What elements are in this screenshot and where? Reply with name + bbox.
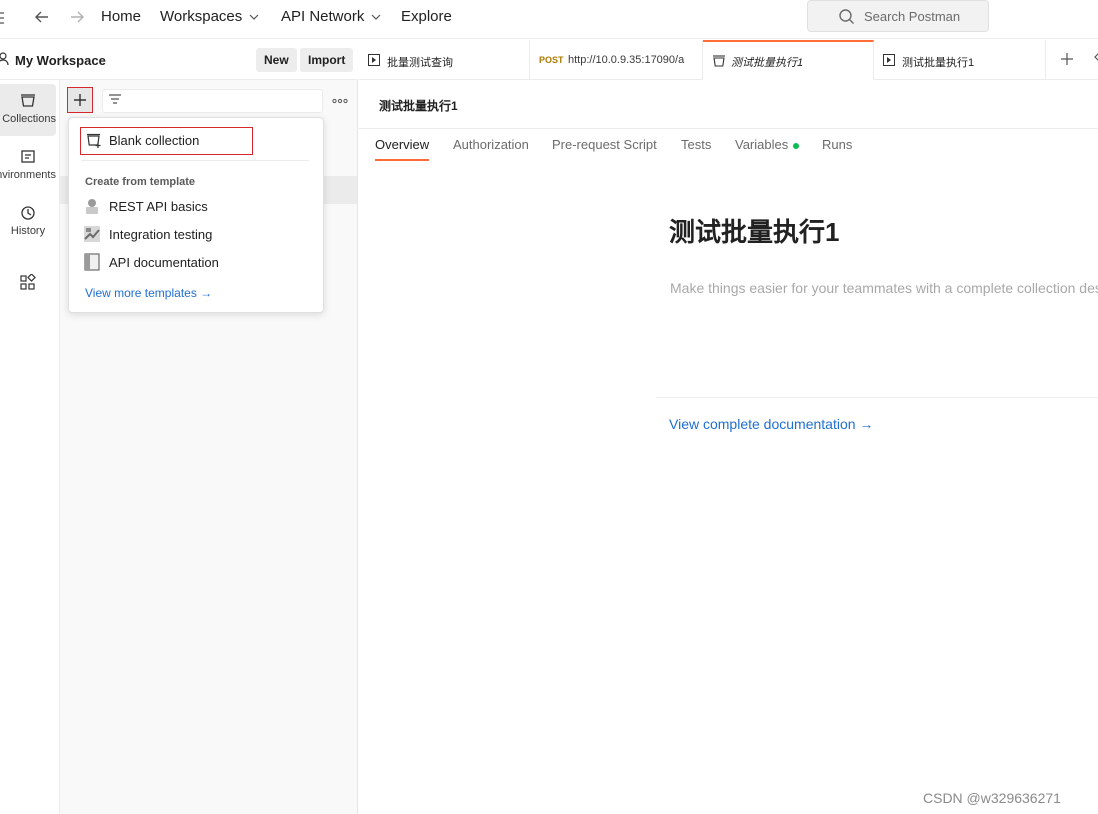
play-icon xyxy=(883,54,895,66)
new-button[interactable]: New xyxy=(256,48,297,72)
template-label: REST API basics xyxy=(109,199,208,214)
subtab-pre-request-script[interactable]: Pre-request Script xyxy=(552,137,657,152)
collection-icon xyxy=(713,55,725,67)
chevron-down-icon xyxy=(371,14,381,20)
workspaces-label: Workspaces xyxy=(160,8,243,25)
environments-icon xyxy=(21,150,35,163)
search-box[interactable]: Search Postman xyxy=(807,0,989,32)
view-more-templates-link[interactable]: View more templates → xyxy=(85,286,212,300)
chevron-down-icon xyxy=(249,14,259,20)
plus-icon xyxy=(74,94,86,106)
menu-icon[interactable] xyxy=(0,8,10,28)
tab-post-request[interactable]: POST http://10.0.9.35:17090/a xyxy=(530,40,703,80)
back-arrow-icon[interactable] xyxy=(32,7,52,27)
template-item-rest-api-basics[interactable]: REST API basics xyxy=(83,196,313,218)
view-documentation-link[interactable]: View complete documentation → xyxy=(669,416,873,432)
sidebar-rail: Collections Environments History xyxy=(0,40,60,814)
http-method-badge: POST xyxy=(539,55,564,65)
rest-api-template-icon xyxy=(86,199,98,214)
documentation-template-icon xyxy=(84,253,100,271)
request-url: http://10.0.9.35:17090/a xyxy=(568,54,685,66)
template-item-api-documentation[interactable]: API documentation xyxy=(83,252,313,274)
rail-label-environments: Environments xyxy=(0,169,56,181)
more-options-icon[interactable] xyxy=(332,98,348,104)
rail-item-environments[interactable]: Environments xyxy=(0,140,56,192)
request-tab-bar: 批量测试查询 POST http://10.0.9.35:17090/a 测试批… xyxy=(359,40,1098,80)
play-icon xyxy=(368,54,380,66)
add-collection-button[interactable] xyxy=(67,87,93,113)
top-navigation-bar: Home Workspaces API Network Explore Sear… xyxy=(0,0,1098,39)
create-collection-dropdown: Blank collection Create from template RE… xyxy=(68,117,324,313)
filter-input[interactable] xyxy=(102,89,323,113)
subtab-variables-label: Variables xyxy=(735,137,789,152)
search-icon xyxy=(839,9,854,24)
subtab-runs[interactable]: Runs xyxy=(822,137,852,152)
workspaces-menu[interactable]: Workspaces xyxy=(160,8,259,25)
tab-label: 测试批量执行1 xyxy=(902,57,975,69)
tab-label: 批量测试查询 xyxy=(387,57,453,69)
subtab-variables[interactable]: Variables xyxy=(735,137,800,152)
user-icon xyxy=(0,52,9,66)
template-label: API documentation xyxy=(109,255,219,270)
collections-icon xyxy=(21,94,35,107)
history-icon xyxy=(21,206,35,220)
forward-arrow-icon[interactable] xyxy=(67,7,87,27)
subtab-tests[interactable]: Tests xyxy=(681,137,711,152)
workspace-name: My Workspace xyxy=(15,53,106,68)
api-network-label: API Network xyxy=(281,8,365,25)
workspace-header: My Workspace New Import xyxy=(0,40,358,80)
new-tab-plus-icon[interactable] xyxy=(1059,51,1075,67)
blank-collection-option[interactable]: Blank collection xyxy=(80,127,253,155)
filter-icon[interactable] xyxy=(108,93,122,107)
divider xyxy=(81,160,309,161)
integration-template-icon xyxy=(84,226,100,242)
rail-item-apps[interactable] xyxy=(0,266,56,300)
variables-status-dot xyxy=(793,142,800,149)
home-link[interactable]: Home xyxy=(101,8,141,25)
collection-breadcrumb[interactable]: 测试批量执行1 xyxy=(379,97,458,114)
apps-grid-icon xyxy=(20,274,36,290)
rail-item-history[interactable]: History xyxy=(0,196,56,248)
tab-label: 测试批量执行1 xyxy=(731,57,804,69)
search-placeholder: Search Postman xyxy=(864,9,961,24)
rail-label-collections: Collections xyxy=(2,113,56,125)
collection-header: 测试批量执行1 xyxy=(359,81,1098,129)
tab-overflow-icon[interactable] xyxy=(1094,52,1098,62)
api-network-menu[interactable]: API Network xyxy=(281,8,381,25)
watermark: CSDN @w329636271 xyxy=(923,790,1061,806)
template-item-integration-testing[interactable]: Integration testing xyxy=(83,224,313,246)
collection-title[interactable]: 测试批量执行1 xyxy=(669,212,839,249)
import-button[interactable]: Import xyxy=(300,48,354,72)
rail-item-collections[interactable]: Collections xyxy=(0,84,56,136)
tab-batch-exec[interactable]: 测试批量执行1 xyxy=(874,40,1046,80)
template-section-title: Create from template xyxy=(85,176,196,188)
divider xyxy=(656,397,1098,398)
tab-collection-active[interactable]: 测试批量执行1 xyxy=(703,40,874,80)
blank-collection-label: Blank collection xyxy=(109,133,200,148)
subtab-overview[interactable]: Overview xyxy=(375,137,430,161)
template-label: Integration testing xyxy=(109,227,213,242)
rail-label-history: History xyxy=(10,225,46,237)
sidebar-toolbar xyxy=(60,80,358,120)
tab-batch-query[interactable]: 批量测试查询 xyxy=(359,40,530,80)
collection-description[interactable]: Make things easier for your teammates wi… xyxy=(670,280,1098,296)
new-collection-icon xyxy=(87,133,101,148)
subtab-authorization[interactable]: Authorization xyxy=(453,137,529,152)
explore-link[interactable]: Explore xyxy=(401,8,452,25)
